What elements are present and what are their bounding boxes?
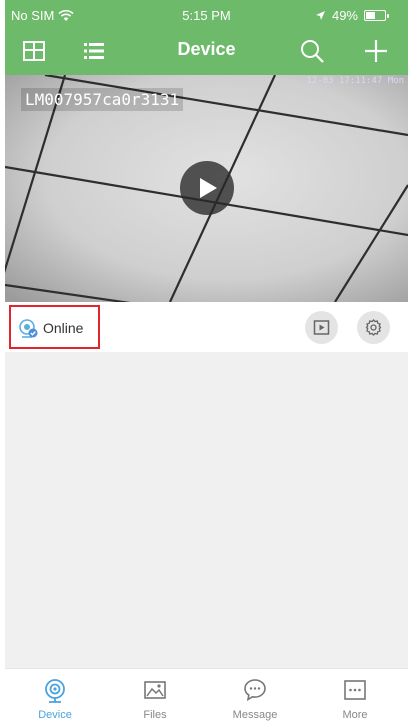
page-title: Device (177, 39, 236, 59)
play-icon (200, 178, 217, 198)
tab-label: Message (232, 709, 278, 721)
online-label: Online (43, 320, 84, 336)
playback-icon (313, 320, 330, 335)
more-icon (344, 680, 366, 700)
tab-label: Device (38, 709, 72, 721)
plus-icon[interactable] (363, 38, 389, 64)
camera-preview[interactable]: LM007957ca0r3131 12-03 17:11:47 Mon (5, 75, 408, 302)
image-icon (144, 681, 166, 699)
search-icon[interactable] (299, 38, 325, 64)
tab-device[interactable]: Device (5, 669, 105, 727)
chat-icon (244, 679, 266, 702)
settings-icon (365, 319, 382, 336)
webcam-icon (45, 679, 65, 703)
device-status-row: Online (5, 302, 408, 352)
tab-bar: Device Files Message More (5, 668, 408, 727)
tab-message[interactable]: Message (205, 669, 305, 727)
camera-name: LM007957ca0r3131 (21, 88, 184, 111)
battery-icon (364, 10, 389, 21)
webcam-online-icon (19, 319, 38, 338)
nav-bar: Device (5, 28, 408, 75)
tab-more[interactable]: More (305, 669, 405, 727)
tab-label: Files (143, 709, 167, 721)
playback-button[interactable] (305, 311, 338, 344)
top-bar: No SIM 5:15 PM 49% Device (5, 0, 408, 75)
tab-label: More (342, 709, 368, 721)
battery-percent: 49% (331, 8, 358, 23)
tab-files[interactable]: Files (105, 669, 205, 727)
video-timestamp: 12-03 17:11:47 Mon (306, 76, 404, 86)
device-list-area (5, 352, 408, 668)
play-button[interactable] (180, 161, 234, 215)
status-right-group: 49% (315, 8, 389, 23)
status-bar: No SIM 5:15 PM 49% (5, 0, 408, 28)
settings-button[interactable] (357, 311, 390, 344)
location-arrow-icon (315, 11, 325, 20)
battery-fill (366, 12, 375, 19)
online-status[interactable]: Online (9, 305, 100, 349)
